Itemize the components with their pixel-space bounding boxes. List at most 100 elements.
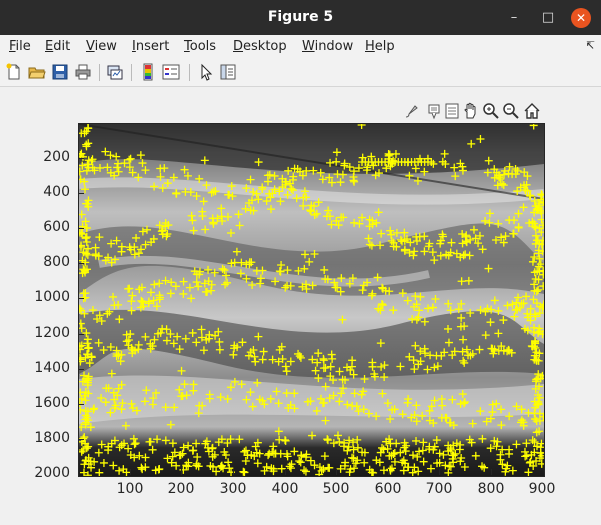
feature-marker (485, 218, 494, 227)
feature-marker (180, 380, 189, 389)
feature-marker (387, 236, 396, 245)
feature-marker (537, 228, 544, 237)
feature-marker (464, 276, 473, 285)
feature-marker (350, 218, 359, 227)
feature-marker (494, 329, 503, 338)
feature-marker (380, 373, 389, 382)
feature-marker (95, 233, 104, 242)
feature-marker (182, 391, 191, 400)
feature-marker (305, 257, 314, 266)
data-tips-icon[interactable] (425, 102, 443, 120)
feature-marker (467, 139, 476, 148)
feature-marker (353, 443, 362, 452)
feature-marker (282, 367, 291, 376)
feature-marker (242, 274, 251, 283)
feature-marker (256, 279, 265, 288)
property-inspector-icon[interactable] (219, 63, 237, 81)
link-plot-icon[interactable] (106, 63, 124, 81)
menu-file[interactable]: File (9, 39, 31, 54)
xtick-mark (130, 469, 131, 475)
feature-marker (211, 187, 220, 196)
feature-marker (332, 157, 341, 166)
zoom-out-icon[interactable] (502, 102, 520, 120)
feature-marker (460, 397, 469, 406)
feature-marker (429, 159, 438, 168)
feature-marker (81, 289, 90, 298)
feature-marker (458, 166, 467, 175)
insert-legend-icon[interactable] (162, 63, 180, 81)
brush-icon[interactable] (403, 102, 421, 120)
feature-marker (433, 362, 442, 371)
feature-marker (242, 184, 251, 193)
rotate-icon[interactable] (443, 102, 461, 120)
feature-marker (127, 399, 136, 408)
feature-marker (260, 466, 269, 475)
open-file-icon[interactable] (28, 63, 46, 81)
menu-view[interactable]: View (86, 39, 117, 54)
feature-marker (259, 347, 268, 356)
feature-marker (281, 436, 290, 445)
menu-tools[interactable]: Tools (184, 39, 216, 54)
feature-marker (311, 366, 320, 375)
feature-marker (306, 206, 315, 215)
feature-marker (177, 392, 186, 401)
maximize-button[interactable]: □ (538, 8, 558, 28)
feature-marker (509, 229, 518, 238)
feature-marker (276, 197, 285, 206)
home-icon[interactable] (523, 102, 541, 120)
feature-marker (135, 451, 144, 460)
menu-dock-arrow-icon[interactable]: ↸ (586, 39, 595, 52)
menu-insert[interactable]: Insert (132, 39, 169, 54)
feature-marker (447, 238, 456, 247)
feature-marker (201, 225, 210, 234)
feature-marker (431, 294, 440, 303)
menu-edit[interactable]: Edit (45, 39, 70, 54)
feature-marker (241, 446, 250, 455)
feature-marker (127, 306, 136, 315)
feature-marker (282, 389, 291, 398)
feature-marker (254, 332, 263, 341)
xtick-label: 200 (167, 481, 195, 497)
feature-marker (246, 388, 255, 397)
feature-marker (158, 184, 167, 193)
feature-marker (435, 449, 444, 458)
feature-marker (232, 247, 241, 256)
image-axes[interactable] (78, 123, 545, 477)
feature-marker (418, 446, 427, 455)
feature-marker (166, 420, 175, 429)
feature-marker (217, 204, 226, 213)
feature-marker (258, 355, 267, 364)
feature-marker (460, 399, 469, 408)
menu-desktop[interactable]: Desktop (233, 39, 287, 54)
ytick-label: 800 (43, 254, 70, 270)
close-button[interactable]: ✕ (571, 8, 591, 28)
pan-icon[interactable] (462, 102, 480, 120)
print-icon[interactable] (74, 63, 92, 81)
feature-marker (514, 223, 523, 232)
feature-marker (494, 219, 503, 228)
feature-marker (497, 405, 506, 414)
menu-help[interactable]: Help (365, 39, 395, 54)
feature-marker (505, 412, 514, 421)
feature-marker (309, 166, 318, 175)
menu-window[interactable]: Window (302, 39, 353, 54)
new-figure-icon[interactable] (5, 63, 23, 81)
feature-marker (418, 411, 427, 420)
zoom-in-icon[interactable] (482, 102, 500, 120)
feature-marker (122, 337, 131, 346)
feature-marker (198, 207, 207, 216)
ytick-mark (78, 228, 84, 229)
save-icon[interactable] (51, 63, 69, 81)
feature-marker (223, 278, 232, 287)
insert-colorbar-icon[interactable] (139, 63, 157, 81)
feature-marker (310, 461, 319, 470)
feature-marker (494, 306, 503, 315)
feature-marker (201, 287, 210, 296)
edit-plot-icon[interactable] (197, 63, 215, 81)
minimize-button[interactable]: – (504, 8, 524, 28)
feature-marker (267, 205, 276, 214)
feature-marker (376, 241, 385, 250)
ytick-mark (78, 158, 84, 159)
xtick-mark (285, 469, 286, 475)
xtick-label: 500 (322, 481, 350, 497)
